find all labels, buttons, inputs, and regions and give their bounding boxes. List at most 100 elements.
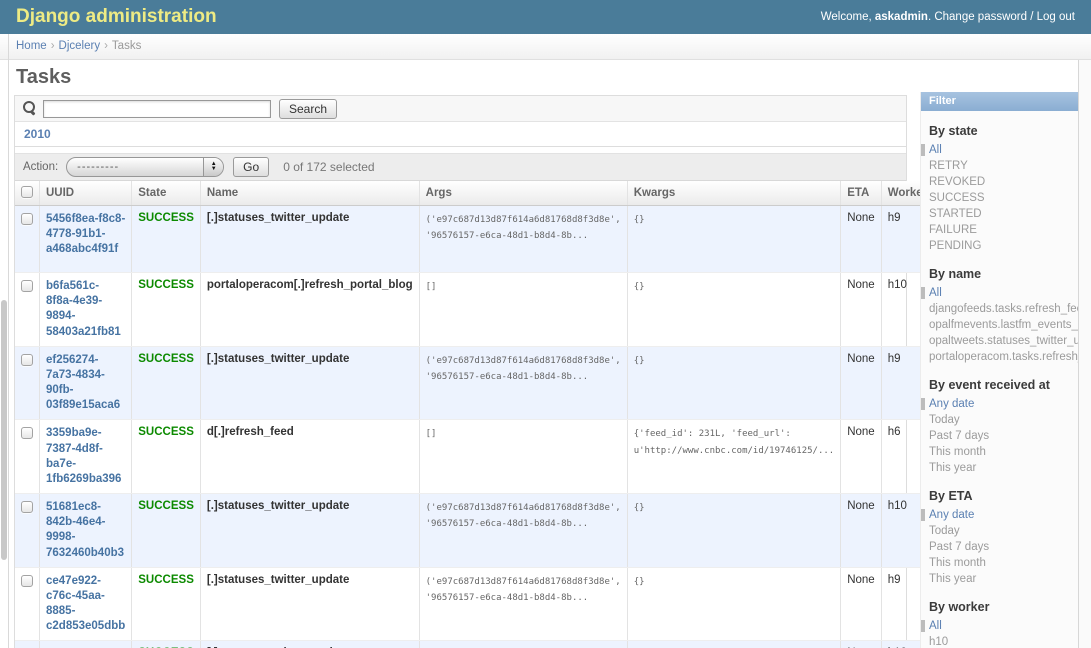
change-password-link[interactable]: Change password (934, 11, 1027, 23)
task-eta: None (841, 206, 882, 273)
window-left-edge (8, 34, 9, 648)
app-title: Django administration (16, 6, 217, 28)
filter-option-link[interactable]: Any date (929, 509, 974, 521)
filter-option: djangofeeds.tasks.refresh_feed (921, 301, 1078, 317)
task-args: [] (419, 273, 627, 347)
filter-option: This year (921, 460, 1078, 476)
filter-option-link[interactable]: This month (929, 557, 986, 569)
filter-option-link[interactable]: All (929, 620, 942, 632)
code-line: [] (426, 279, 621, 295)
filter-option-link[interactable]: STARTED (929, 208, 982, 220)
window-scrollbar[interactable] (1078, 60, 1091, 648)
magnifier-icon (23, 101, 36, 114)
filter-option-link[interactable]: Today (929, 525, 960, 537)
filter-option-link[interactable]: PENDING (929, 240, 981, 252)
column-header-state[interactable]: State (132, 181, 201, 206)
filter-option: REVOKED (921, 174, 1078, 190)
filter-option: Any date (921, 507, 1078, 523)
task-kwargs: {} (627, 206, 840, 273)
filter-option-link[interactable]: Past 7 days (929, 430, 989, 442)
filter-option: This year (921, 571, 1078, 587)
filter-option-link[interactable]: This year (929, 462, 976, 474)
uuid-link[interactable]: b6fa561c-8f8a-4e39-9894-58403a21fb81 (46, 279, 125, 340)
filter-option: SUCCESS (921, 190, 1078, 206)
uuid-link[interactable]: ef256274-7a73-4834-90fb-03f89e15aca6 (46, 353, 125, 414)
filter-option-link[interactable]: h10 (929, 636, 948, 648)
filter-option-link[interactable]: REVOKED (929, 176, 985, 188)
go-button[interactable]: Go (233, 157, 269, 177)
filter-option-link[interactable]: opaltweets.statuses_twitter_update (929, 335, 1078, 347)
task-kwargs: {} (627, 494, 840, 568)
code-line: ('e97c687d13d87f614a6d81768d8f3d8e', (426, 353, 621, 369)
filter-option-link[interactable]: Past 7 days (929, 541, 989, 553)
filter-option-link[interactable]: All (929, 144, 942, 156)
task-kwargs: {'feed_id': 231L, 'feed_url':u'http://ww… (627, 420, 840, 494)
filter-option: This month (921, 444, 1078, 460)
filter-option-link[interactable]: All (929, 287, 942, 299)
task-eta: None (841, 420, 882, 494)
uuid-link[interactable]: 3359ba9e-7387-4d8f-ba7e-1fb6269ba396 (46, 426, 125, 487)
row-checkbox[interactable] (21, 354, 33, 366)
action-counter: 0 of 172 selected (283, 160, 374, 174)
column-header-name[interactable]: Name (200, 181, 419, 206)
select-all-checkbox[interactable] (21, 186, 33, 198)
state-badge: SUCCESS (138, 426, 194, 438)
table-header-row: UUID State Name Args Kwargs ETA Worker (15, 181, 933, 206)
row-checkbox[interactable] (21, 280, 33, 292)
uuid-link[interactable]: ce47e922-c76c-45aa-8885-c2d853e05dbb (46, 574, 125, 635)
search-button[interactable]: Search (279, 99, 337, 119)
filter-option-link[interactable]: Any date (929, 398, 974, 410)
uuid-link[interactable]: 51681ec8-842b-46e4-9998-7632460b40b3 (46, 500, 125, 561)
row-checkbox[interactable] (21, 575, 33, 587)
filter-option-link[interactable]: opalfmevents.lastfm_events_update (929, 319, 1078, 331)
filter-option-link[interactable]: SUCCESS (929, 192, 985, 204)
code-line: ('e97c687d13d87f614a6d81768d8f3d8e', (426, 574, 621, 590)
column-header-args[interactable]: Args (419, 181, 627, 206)
changelist-module: Search 2010 Action: --------- ▲▼ Go 0 of… (14, 95, 907, 648)
task-eta: None (841, 273, 882, 347)
column-header-kwargs[interactable]: Kwargs (627, 181, 840, 206)
code-line: [] (426, 426, 621, 442)
filter-option-link[interactable]: This year (929, 573, 976, 585)
table-row: 3359ba9e-7387-4d8f-ba7e-1fb6269ba396 SUC… (15, 420, 933, 494)
state-badge: SUCCESS (138, 279, 194, 291)
uuid-link[interactable]: 5456f8ea-f8c8-4778-91b1-a468abc4f91f (46, 212, 125, 258)
filter-option: Today (921, 412, 1078, 428)
filter-option: Past 7 days (921, 428, 1078, 444)
row-checkbox[interactable] (21, 427, 33, 439)
filter-option-link[interactable]: FAILURE (929, 224, 977, 236)
task-eta: None (841, 346, 882, 420)
filter-option: All (921, 142, 1078, 158)
filter-section-heading: By name (921, 267, 1078, 281)
date-hierarchy-year-link[interactable]: 2010 (24, 127, 51, 141)
filter-option: This month (921, 555, 1078, 571)
background-scrollbar-thumb (1, 300, 7, 560)
row-checkbox[interactable] (21, 213, 33, 225)
code-line: {} (634, 500, 834, 516)
filter-option-link[interactable]: RETRY (929, 160, 968, 172)
column-header-uuid[interactable]: UUID (40, 181, 132, 206)
username: askadmin (875, 11, 928, 23)
code-line: {} (634, 279, 834, 295)
search-input[interactable] (43, 100, 271, 118)
task-args: ('e97c687d13d87f614a6d81768d8f3d8e','965… (419, 567, 627, 641)
filter-option: portaloperacom.tasks.refresh_portal_blog (921, 349, 1078, 365)
breadcrumb-app[interactable]: Djcelery (59, 40, 101, 52)
logout-link[interactable]: Log out (1037, 11, 1075, 23)
task-args: ('e97c687d13d87f614a6d81768d8f3d8e','965… (419, 206, 627, 273)
task-eta: None (841, 494, 882, 568)
filter-option-link[interactable]: Today (929, 414, 960, 426)
filter-option-link[interactable]: portaloperacom.tasks.refresh_portal_blog (929, 351, 1078, 363)
row-checkbox[interactable] (21, 501, 33, 513)
state-badge: SUCCESS (138, 574, 194, 586)
filter-option-link[interactable]: This month (929, 446, 986, 458)
column-header-eta[interactable]: ETA (841, 181, 882, 206)
action-select[interactable]: --------- ▲▼ (66, 157, 224, 177)
task-args: ('e97c687d13d87f614a6d81768d8f3d8e','965… (419, 346, 627, 420)
filter-option: Any date (921, 396, 1078, 412)
breadcrumb-home[interactable]: Home (16, 40, 47, 52)
filter-option-link[interactable]: djangofeeds.tasks.refresh_feed (929, 303, 1078, 315)
search-bar: Search (15, 96, 906, 122)
tools-separator: / (1027, 11, 1037, 23)
task-name: [.]statuses_twitter_update (200, 641, 419, 648)
